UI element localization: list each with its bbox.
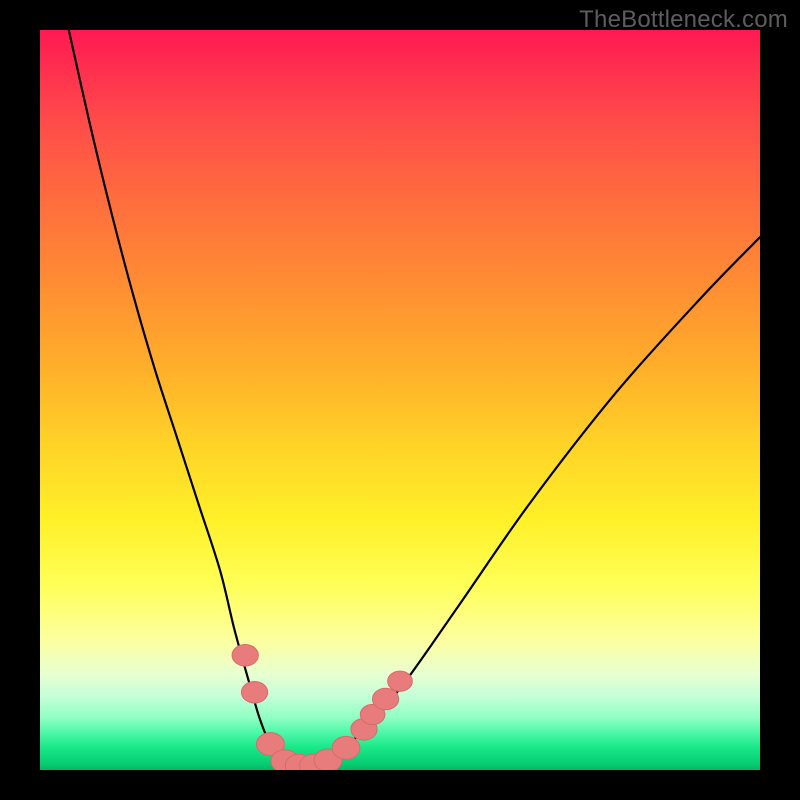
curve-marker <box>388 671 413 691</box>
chart-frame: TheBottleneck.com <box>0 0 800 800</box>
curve-markers <box>232 645 412 770</box>
plot-area <box>40 30 760 770</box>
curve-marker <box>232 645 258 667</box>
curve-marker <box>241 682 267 704</box>
curve-layer <box>40 30 760 770</box>
curve-marker <box>372 688 398 710</box>
bottleneck-curve <box>69 30 760 767</box>
curve-marker <box>332 736 360 759</box>
